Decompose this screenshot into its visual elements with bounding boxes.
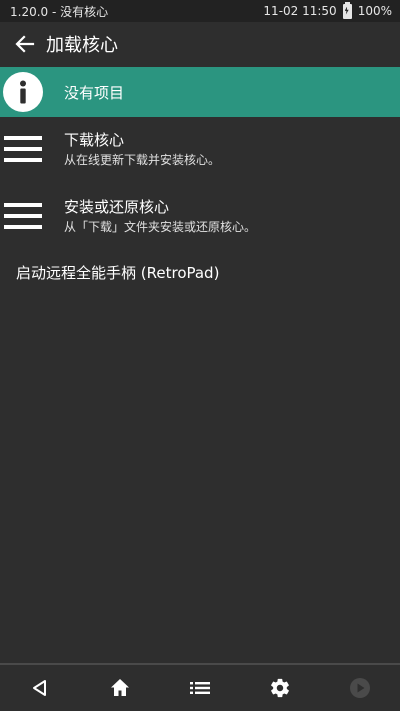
bottom-nav [0, 665, 400, 711]
app-window: 1.20.0 - 没有核心 11-02 11:50 100% 加载核心 没有项目 [0, 0, 400, 711]
gear-icon [271, 678, 289, 698]
hamburger-icon [4, 203, 44, 229]
status-battery-level: 100% [357, 4, 392, 18]
menu-item-start-retropad[interactable]: 启动远程全能手柄 (RetroPad) [16, 262, 219, 283]
arrow-left-icon [15, 35, 35, 53]
hamburger-icon [4, 136, 44, 162]
status-bar: 1.20.0 - 没有核心 11-02 11:50 100% [0, 0, 400, 22]
info-icon [3, 72, 43, 112]
menu-item-text: 安装或还原核心 从「下载」文件夹安装或还原核心。 [64, 197, 256, 236]
no-items-label: 没有项目 [64, 83, 125, 102]
list-icon [190, 682, 210, 694]
menu-item-title: 下载核心 [64, 130, 125, 149]
menu-item-subtitle: 从在线更新下载并安装核心。 [64, 152, 221, 167]
status-right: 11-02 11:50 100% [263, 1, 392, 19]
menu-item-subtitle: 从「下载」文件夹安装或还原核心。 [64, 219, 257, 234]
nav-home-button[interactable] [108, 676, 132, 700]
menu-item-install-core[interactable]: 安装或还原核心 从「下载」文件夹安装或还原核心。 [0, 188, 400, 244]
menu-item-download-core[interactable]: 下载核心 从在线更新下载并安装核心。 [0, 121, 400, 177]
battery-charging-icon [342, 1, 352, 19]
status-datetime: 11-02 11:50 [263, 4, 337, 18]
no-items-row[interactable]: 没有项目 [0, 67, 400, 117]
page-title: 加载核心 [46, 35, 118, 56]
status-app-version: 1.20.0 - 没有核心 [10, 4, 109, 19]
nav-settings-button[interactable] [268, 676, 292, 700]
back-button[interactable] [8, 27, 42, 61]
nav-list-button[interactable] [188, 676, 212, 700]
menu-item-title: 安装或还原核心 [64, 197, 170, 216]
app-header: 加载核心 [0, 22, 400, 66]
play-circle-icon [350, 678, 370, 698]
home-icon [111, 679, 129, 696]
nav-back-button[interactable] [28, 676, 52, 700]
back-triangle-icon [33, 680, 46, 696]
nav-run-button[interactable] [348, 676, 372, 700]
menu-item-text: 下载核心 从在线更新下载并安装核心。 [64, 130, 220, 169]
